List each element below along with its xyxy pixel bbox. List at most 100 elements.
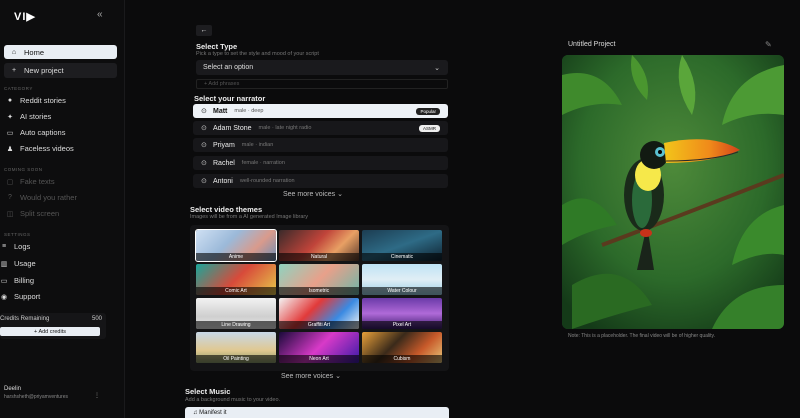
theme-card-oil-painting[interactable]: Oil Painting — [196, 332, 276, 363]
voice-name: Rachel — [213, 159, 235, 167]
type-select-value: Select an option — [203, 64, 254, 71]
theme-card-natural[interactable]: Natural — [279, 230, 359, 261]
theme-label: Anime — [196, 253, 276, 261]
card-icon: ▭ — [0, 277, 8, 285]
voice-name: Antoni — [213, 177, 233, 185]
home-icon: ⌂ — [11, 48, 17, 56]
voice-name: Adam Stone — [213, 124, 252, 132]
theme-label: Neon Art — [279, 355, 359, 363]
sidebar-item-would-you-rather: ? Would you rather — [6, 193, 77, 202]
theme-card-anime[interactable]: Anime — [195, 229, 277, 262]
edit-icon[interactable]: ✎ — [765, 40, 772, 49]
play-icon[interactable]: ⊙ — [201, 141, 209, 149]
sidebar-item-label: Would you rather — [20, 193, 77, 202]
sidebar-item-home[interactable]: ⌂ Home — [4, 45, 117, 59]
collapse-sidebar-icon[interactable]: « — [97, 9, 103, 20]
type-select[interactable]: Select an option ⌄ — [196, 60, 448, 75]
theme-label: Water Colour — [362, 287, 442, 295]
sidebar-item-label: Billing — [14, 276, 35, 285]
sidebar-item-split-screen: ◫ Split screen — [6, 209, 60, 218]
see-more-themes-button[interactable]: See more voices ⌄ — [281, 372, 341, 380]
sidebar-item-label: Fake texts — [20, 177, 55, 186]
theme-card-cinematic[interactable]: Cinematic — [362, 230, 442, 261]
sidebar-item-auto-captions[interactable]: ▭ Auto captions — [6, 128, 66, 137]
back-button[interactable]: ← — [196, 25, 212, 36]
sparkle-icon: ✦ — [7, 113, 13, 121]
new-project-label: New project — [24, 66, 64, 75]
add-phrases-button[interactable]: + Add phrases — [196, 79, 448, 89]
user-icon: ♟ — [6, 145, 14, 153]
theme-label: Oil Painting — [196, 355, 276, 363]
sidebar-item-usage[interactable]: ▥ Usage — [0, 259, 36, 268]
theme-card-cubism[interactable]: Cubism — [362, 332, 442, 363]
sidebar-item-label: AI stories — [20, 112, 52, 121]
settings-section-label: SETTINGS — [4, 232, 31, 237]
voice-description: male · deep — [234, 108, 264, 114]
play-icon[interactable]: ⊙ — [201, 159, 209, 167]
list-icon: ≡ — [1, 243, 7, 250]
sidebar-item-ai-stories[interactable]: ✦ AI stories — [6, 112, 51, 121]
play-icon[interactable]: ⊙ — [201, 124, 209, 132]
music-option[interactable]: ♫ Manifest it — [185, 407, 449, 418]
message-icon: ▢ — [6, 178, 14, 186]
sidebar-item-label: Reddit stories — [20, 96, 66, 105]
play-icon[interactable]: ⊙ — [201, 177, 209, 185]
sidebar-item-logs[interactable]: ≡ Logs — [0, 242, 30, 251]
theme-label: Natural — [279, 253, 359, 261]
sidebar-item-support[interactable]: ◉ Support — [0, 292, 40, 301]
category-section-label: CATEGORY — [4, 86, 33, 91]
plus-icon: + — [11, 67, 17, 74]
themes-subtitle: Images will be from a AI generated Image… — [190, 214, 309, 220]
new-project-button[interactable]: + New project — [4, 63, 117, 78]
voice-badge: ASMR — [418, 124, 440, 132]
play-icon[interactable]: ⊙ — [201, 107, 209, 115]
theme-card-comic-art[interactable]: Comic Art — [196, 264, 276, 295]
chart-icon: ▥ — [0, 260, 8, 268]
sidebar-item-faceless-videos[interactable]: ♟ Faceless videos — [6, 144, 74, 153]
sidebar-item-reddit-stories[interactable]: ● Reddit stories — [6, 96, 66, 105]
add-credits-button[interactable]: + Add credits — [0, 327, 100, 336]
voice-option[interactable]: ⊙ Rachel female · narration — [193, 156, 448, 170]
theme-card-line-drawing[interactable]: Line Drawing — [196, 298, 276, 329]
voice-option[interactable]: ⊙ Adam Stone male · late night radio ASM… — [193, 121, 448, 135]
voice-description: female · narration — [241, 160, 285, 166]
theme-card-neon-art[interactable]: Neon Art — [279, 332, 359, 363]
voice-name: Priyam — [213, 141, 235, 149]
voice-option[interactable]: ⊙ Priyam male · indian — [193, 138, 448, 152]
support-icon: ◉ — [0, 293, 8, 301]
credits-label: Credits Remaining — [0, 316, 50, 322]
theme-card-graffiti-art[interactable]: Graffiti Art — [279, 298, 359, 329]
see-more-voices-button[interactable]: See more voices ⌄ — [283, 190, 343, 198]
theme-label: Line Drawing — [196, 321, 276, 329]
sidebar-item-label: Home — [24, 47, 45, 57]
voice-option[interactable]: ⊙ Matt male · deep Popular — [193, 104, 448, 118]
voice-badge: Popular — [416, 107, 440, 115]
themes-grid: Anime Natural Cinematic Comic Art Isomet… — [190, 225, 449, 371]
voice-description: male · late night radio — [258, 125, 312, 131]
question-icon: ? — [8, 194, 12, 201]
voice-description: well-rounded narration — [239, 178, 295, 184]
user-profile[interactable]: Deelin harshsheth@priyamventures — [4, 386, 68, 400]
sidebar-item-label: Logs — [14, 242, 31, 251]
theme-label: Pixel Art — [362, 321, 442, 329]
chevron-down-icon: ⌄ — [434, 64, 440, 72]
voice-option[interactable]: ⊙ Antoni well-rounded narration — [193, 174, 448, 188]
project-title: Untitled Project — [568, 41, 616, 48]
theme-card-water-colour[interactable]: Water Colour — [362, 264, 442, 295]
user-menu-icon[interactable]: ⋮ — [94, 392, 100, 399]
split-icon: ◫ — [6, 210, 14, 218]
sidebar-item-billing[interactable]: ▭ Billing — [0, 276, 34, 285]
credits-panel: Credits Remaining 500 + Add credits — [0, 313, 106, 339]
reddit-icon: ● — [7, 97, 13, 104]
toucan-image — [562, 55, 784, 329]
app-logo[interactable]: VI▶ — [14, 10, 36, 23]
theme-card-pixel-art[interactable]: Pixel Art — [362, 298, 442, 329]
user-email: harshsheth@priyamventures — [4, 394, 68, 400]
sidebar-item-label: Split screen — [20, 209, 60, 218]
theme-card-isometric[interactable]: Isometric — [279, 264, 359, 295]
coming-soon-section-label: COMING SOON — [4, 167, 43, 172]
preview-note: Note: This is a placeholder. The final v… — [568, 333, 716, 339]
sidebar-item-label: Usage — [14, 259, 36, 268]
themes-title: Select video themes — [190, 205, 263, 214]
theme-label: Cinematic — [362, 253, 442, 261]
